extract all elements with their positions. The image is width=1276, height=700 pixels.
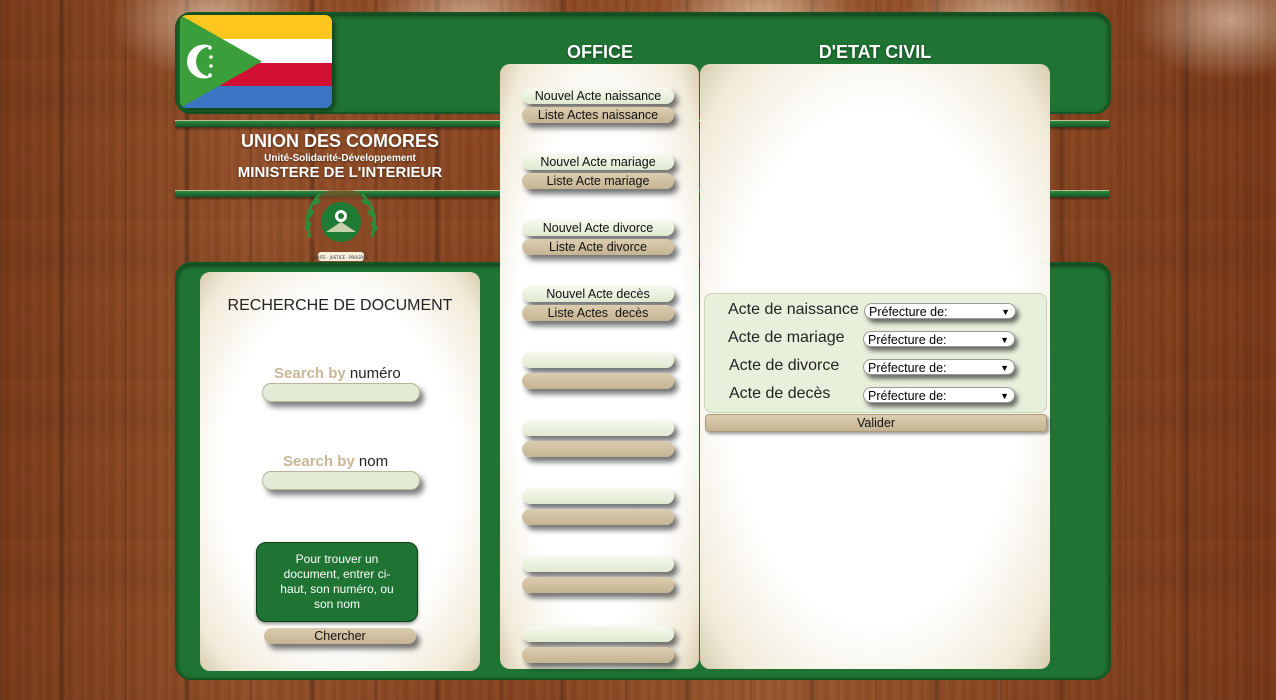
spotlight bbox=[1130, 0, 1276, 80]
ministry-title: MINISTERE DE L'INTERIEUR bbox=[237, 164, 443, 181]
acte-divorce-label: Acte de divorce bbox=[729, 357, 840, 374]
acte-deces-label: Acte de decès bbox=[729, 385, 831, 402]
nom-input[interactable] bbox=[262, 471, 420, 490]
liste-actes-deces-button[interactable]: Liste Actes decès bbox=[522, 305, 674, 321]
motto: Unité-Solidarité-Développement bbox=[264, 153, 416, 164]
empty-menu-button[interactable] bbox=[522, 488, 674, 504]
search-by-nom-label: Search by nom bbox=[283, 453, 388, 470]
empty-menu-button[interactable] bbox=[522, 509, 674, 525]
empty-menu-button[interactable] bbox=[522, 420, 674, 436]
nouvel-acte-divorce-button[interactable]: Nouvel Acte divorce bbox=[522, 220, 674, 236]
empty-menu-button[interactable] bbox=[522, 626, 674, 642]
nouvel-acte-mariage-button[interactable]: Nouvel Acte mariage bbox=[522, 154, 674, 170]
prefecture-select-naissance[interactable]: Préfecture de: ▼ bbox=[864, 303, 1016, 319]
empty-menu-button[interactable] bbox=[522, 647, 674, 663]
prefecture-select-mariage[interactable]: Préfecture de: ▼ bbox=[863, 331, 1015, 347]
empty-menu-button[interactable] bbox=[522, 441, 674, 457]
numero-text: numéro bbox=[349, 365, 401, 382]
comoros-flag-icon bbox=[180, 15, 332, 108]
search-by-text: Search by bbox=[274, 365, 346, 382]
numero-input[interactable] bbox=[262, 383, 420, 402]
empty-menu-button[interactable] bbox=[522, 577, 674, 593]
dropdown-arrow-icon: ▼ bbox=[1001, 307, 1010, 317]
office-label: OFFICE bbox=[567, 42, 633, 62]
prefecture-select-deces[interactable]: Préfecture de: ▼ bbox=[863, 387, 1015, 403]
valider-button[interactable]: Valider bbox=[705, 414, 1047, 432]
acte-naissance-label: Acte de naissance bbox=[728, 301, 859, 318]
select-value: Préfecture de: bbox=[869, 305, 948, 319]
liste-actes-naissance-button[interactable]: Liste Actes naissance bbox=[522, 107, 674, 123]
comoros-coat-of-arms-icon: UNITE · JUSTICE · PROGRES bbox=[296, 182, 386, 268]
liste-acte-divorce-button[interactable]: Liste Acte divorce bbox=[522, 239, 674, 255]
empty-menu-button[interactable] bbox=[522, 373, 674, 389]
search-by-text: Search by bbox=[283, 453, 355, 470]
etat-civil-label: D'ETAT CIVIL bbox=[818, 42, 932, 62]
union-title: UNION DES COMORES bbox=[240, 131, 440, 151]
nouvel-acte-naissance-button[interactable]: Nouvel Acte naissance bbox=[522, 88, 674, 104]
dropdown-arrow-icon: ▼ bbox=[1000, 335, 1009, 345]
empty-menu-button[interactable] bbox=[522, 352, 674, 368]
search-title: RECHERCHE DE DOCUMENT bbox=[227, 297, 453, 314]
nom-text: nom bbox=[358, 453, 389, 470]
search-by-numero-label: Search by numéro bbox=[274, 365, 401, 382]
prefecture-select-divorce[interactable]: Préfecture de: ▼ bbox=[863, 359, 1015, 375]
empty-menu-button[interactable] bbox=[522, 556, 674, 572]
acte-mariage-label: Acte de mariage bbox=[728, 329, 845, 346]
svg-text:UNITE · JUSTICE · PROGRES: UNITE · JUSTICE · PROGRES bbox=[314, 255, 369, 260]
liste-acte-mariage-button[interactable]: Liste Acte mariage bbox=[522, 173, 674, 189]
select-value: Préfecture de: bbox=[868, 333, 947, 347]
select-value: Préfecture de: bbox=[868, 361, 947, 375]
chercher-button[interactable]: Chercher bbox=[264, 628, 416, 644]
dropdown-arrow-icon: ▼ bbox=[1000, 391, 1009, 401]
dropdown-arrow-icon: ▼ bbox=[1000, 363, 1009, 373]
select-value: Préfecture de: bbox=[868, 389, 947, 403]
info-box: Pour trouver un document, entrer ci-haut… bbox=[256, 542, 418, 622]
nouvel-acte-deces-button[interactable]: Nouvel Acte decès bbox=[522, 286, 674, 302]
